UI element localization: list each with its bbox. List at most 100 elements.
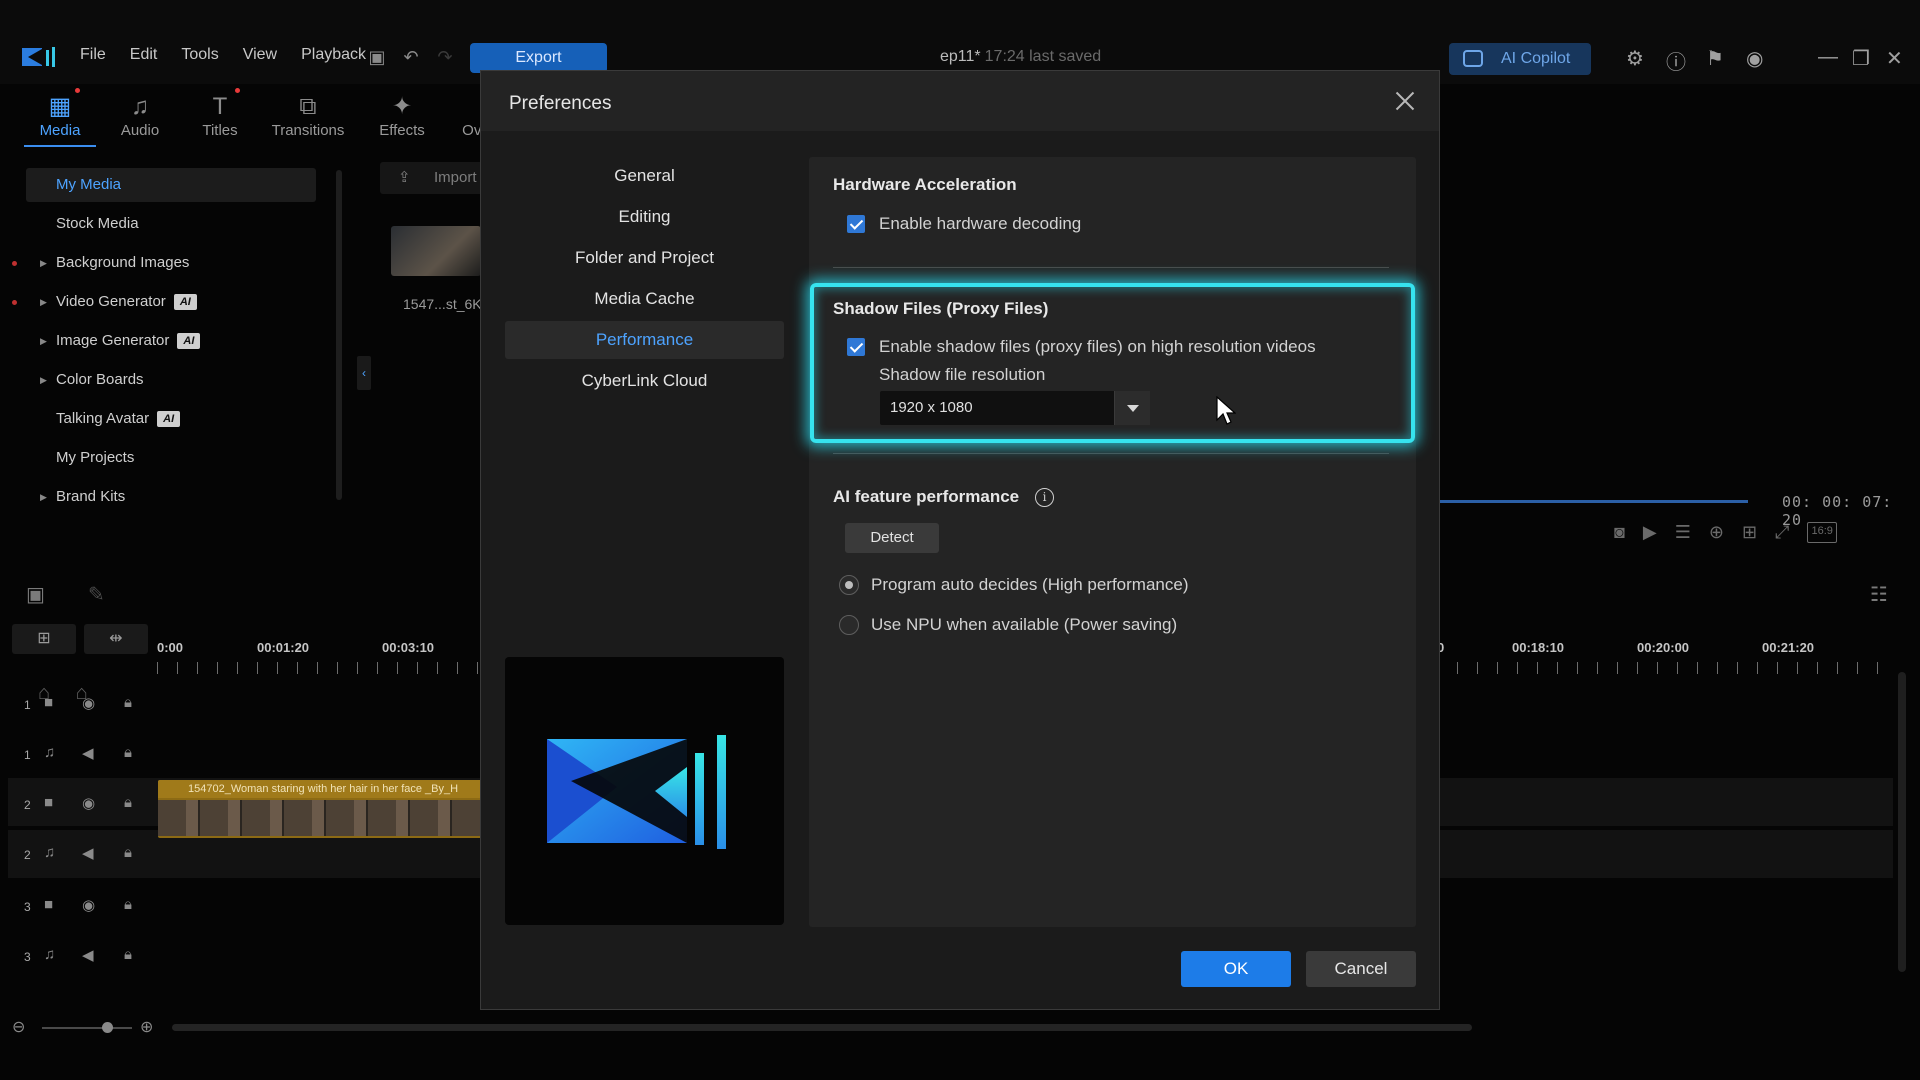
save-icon[interactable]: ▣ bbox=[366, 46, 388, 68]
clip-title: 154702_Woman staring with her hair in he… bbox=[158, 780, 483, 798]
timeline-horizontal-scrollbar[interactable] bbox=[172, 1024, 1472, 1031]
track-header: 1 ♫ ◀ 🔒︎ bbox=[24, 744, 132, 762]
preferences-dialog: Preferences General Editing Folder and P… bbox=[480, 70, 1440, 1010]
settings-gear-icon[interactable]: ⚙ bbox=[1626, 46, 1644, 71]
subtitle-icon[interactable]: ☰ bbox=[1675, 522, 1691, 543]
library-item-stock-media[interactable]: Stock Media bbox=[26, 207, 316, 241]
menu-view[interactable]: View bbox=[243, 46, 277, 64]
media-icon: ▦ bbox=[48, 93, 72, 120]
library-item-image-generator[interactable]: ▶ Image Generator AI bbox=[26, 324, 316, 358]
track-header: 2 ♫ ◀ 🔒︎ bbox=[24, 844, 132, 862]
ai-badge: AI bbox=[157, 411, 181, 428]
layout-icon[interactable]: ⊞ bbox=[1742, 522, 1757, 543]
zoom-in-icon[interactable]: ⊕ bbox=[140, 1017, 153, 1037]
tab-effects[interactable]: ✦ Effects bbox=[356, 92, 448, 139]
lock-icon[interactable]: 🔒︎ bbox=[124, 794, 132, 811]
fullscreen-icon[interactable]: ⤢ bbox=[1775, 522, 1789, 543]
eye-icon[interactable]: ◉ bbox=[82, 694, 95, 712]
export-button[interactable]: Export bbox=[470, 43, 607, 73]
library-item-my-media[interactable]: My Media bbox=[26, 168, 316, 202]
play-icon[interactable]: ▶ bbox=[1643, 522, 1657, 543]
nav-editing[interactable]: Editing bbox=[505, 198, 784, 236]
ai-copilot-button[interactable]: AI Copilot bbox=[1449, 43, 1591, 75]
powerdirector-logo-icon bbox=[547, 735, 726, 849]
redo-icon[interactable]: ↷ bbox=[434, 46, 456, 68]
timeline-vertical-scrollbar[interactable] bbox=[1898, 672, 1906, 972]
lock-icon[interactable]: 🔒︎ bbox=[124, 694, 132, 711]
nav-folder-and-project[interactable]: Folder and Project bbox=[505, 239, 784, 277]
video-clip[interactable]: 154702_Woman staring with her hair in he… bbox=[158, 780, 483, 838]
expand-arrow-icon: ▶ bbox=[40, 297, 47, 307]
cancel-button[interactable]: Cancel bbox=[1306, 951, 1416, 987]
speaker-icon[interactable]: ◀ bbox=[82, 844, 94, 862]
mouse-cursor-icon bbox=[1216, 396, 1236, 425]
menu-tools[interactable]: Tools bbox=[181, 46, 218, 64]
notification-dot bbox=[12, 261, 17, 266]
library-item-talking-avatar[interactable]: Talking Avatar AI bbox=[26, 402, 316, 436]
last-saved-text: 17:24 last saved bbox=[984, 48, 1102, 65]
radio-auto-decides[interactable] bbox=[839, 575, 859, 595]
shadow-resolution-dropdown[interactable]: 1920 x 1080 bbox=[880, 391, 1150, 425]
notification-icon[interactable]: ⚑ bbox=[1706, 46, 1724, 71]
collapse-panel-icon[interactable]: ‹ bbox=[357, 356, 371, 390]
nav-general[interactable]: General bbox=[505, 157, 784, 195]
menu-bar: File Edit Tools View Playback bbox=[80, 46, 390, 64]
nav-cyberlink-cloud[interactable]: CyberLink Cloud bbox=[505, 362, 784, 400]
library-item-color-boards[interactable]: ▶ Color Boards bbox=[26, 363, 316, 397]
tab-transitions[interactable]: ⧉ Transitions bbox=[260, 92, 356, 139]
close-window-icon[interactable]: ✕ bbox=[1886, 46, 1903, 71]
chevron-down-icon[interactable] bbox=[1114, 391, 1150, 425]
eye-icon[interactable]: ◉ bbox=[82, 896, 95, 914]
hardware-decoding-label: Enable hardware decoding bbox=[879, 214, 1082, 233]
menu-playback[interactable]: Playback bbox=[301, 46, 366, 64]
help-icon[interactable]: ⓘ bbox=[1666, 46, 1686, 75]
radio-use-npu[interactable] bbox=[839, 615, 859, 635]
zoom-slider-knob[interactable] bbox=[102, 1022, 113, 1033]
lock-icon[interactable]: 🔒︎ bbox=[124, 946, 132, 963]
edit-pencil-icon[interactable]: ✎ bbox=[88, 582, 105, 607]
info-icon[interactable]: i bbox=[1035, 488, 1054, 507]
add-track-icon[interactable]: ⊞ bbox=[12, 624, 76, 654]
timeline-settings-icon[interactable]: ☷ bbox=[1870, 582, 1888, 607]
timeline-fit-icon[interactable]: ▣ bbox=[26, 582, 45, 607]
menu-edit[interactable]: Edit bbox=[130, 46, 158, 64]
preview-progress-bar[interactable] bbox=[1440, 500, 1748, 503]
restore-icon[interactable]: ❐ bbox=[1852, 46, 1870, 71]
account-icon[interactable]: ◉ bbox=[1746, 46, 1763, 71]
expand-arrow-icon: ▶ bbox=[40, 492, 47, 502]
tab-media[interactable]: ▦ Media bbox=[20, 88, 100, 147]
snapshot-icon[interactable]: ◙ bbox=[1614, 522, 1625, 543]
close-icon[interactable] bbox=[1393, 89, 1417, 113]
zoom-out-icon[interactable]: ⊖ bbox=[12, 1017, 25, 1037]
section-divider bbox=[833, 453, 1389, 454]
speaker-icon[interactable]: ◀ bbox=[82, 744, 94, 762]
library-item-my-projects[interactable]: My Projects bbox=[26, 441, 316, 475]
ok-button[interactable]: OK bbox=[1181, 951, 1291, 987]
section-divider bbox=[833, 267, 1389, 268]
preview-controls: ◙ ▶ ☰ ⊕ ⊞ ⤢ 16:9 bbox=[1614, 522, 1837, 543]
menu-file[interactable]: File bbox=[80, 46, 106, 64]
detect-button[interactable]: Detect bbox=[845, 523, 939, 553]
library-item-video-generator[interactable]: ▶ Video Generator AI bbox=[12, 285, 316, 319]
zoom-icon[interactable]: ⊕ bbox=[1709, 522, 1724, 543]
split-icon[interactable]: ⇹ bbox=[84, 624, 148, 654]
library-item-brand-kits[interactable]: ▶ Brand Kits bbox=[26, 480, 316, 514]
library-scrollbar[interactable] bbox=[336, 170, 342, 500]
undo-icon[interactable]: ↶ bbox=[400, 46, 422, 68]
tab-audio[interactable]: ♫ Audio bbox=[100, 92, 180, 139]
lock-icon[interactable]: 🔒︎ bbox=[124, 844, 132, 861]
lock-icon[interactable]: 🔒︎ bbox=[124, 896, 132, 913]
lock-icon[interactable]: 🔒︎ bbox=[124, 744, 132, 761]
aspect-ratio-badge[interactable]: 16:9 bbox=[1807, 522, 1837, 543]
zoom-slider-track[interactable] bbox=[42, 1027, 132, 1029]
import-button[interactable]: ⇪ Import bbox=[380, 162, 490, 194]
speaker-icon[interactable]: ◀ bbox=[82, 946, 94, 964]
library-item-background-images[interactable]: ▶ Background Images bbox=[12, 246, 316, 280]
tab-titles[interactable]: T Titles bbox=[180, 88, 260, 139]
nav-media-cache[interactable]: Media Cache bbox=[505, 280, 784, 318]
eye-icon[interactable]: ◉ bbox=[82, 794, 95, 812]
media-thumbnail[interactable] bbox=[391, 226, 481, 276]
nav-performance[interactable]: Performance bbox=[505, 321, 784, 359]
minimize-icon[interactable]: — bbox=[1818, 46, 1838, 69]
hardware-decoding-checkbox[interactable] bbox=[847, 215, 865, 233]
